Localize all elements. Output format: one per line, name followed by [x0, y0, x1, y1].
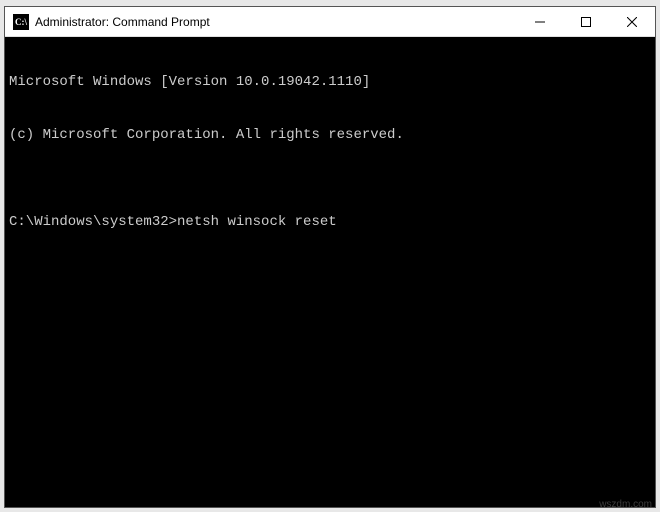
window-title: Administrator: Command Prompt [35, 15, 517, 29]
prompt-line: C:\Windows\system32>netsh winsock reset [9, 214, 651, 232]
close-button[interactable] [609, 7, 655, 36]
title-bar[interactable]: C:\ Administrator: Command Prompt [5, 7, 655, 37]
terminal-area[interactable]: Microsoft Windows [Version 10.0.19042.11… [5, 37, 655, 507]
command-input[interactable]: netsh winsock reset [177, 214, 337, 232]
copyright-line: (c) Microsoft Corporation. All rights re… [9, 127, 651, 145]
version-line: Microsoft Windows [Version 10.0.19042.11… [9, 74, 651, 92]
cmd-icon: C:\ [13, 14, 29, 30]
svg-text:C:\: C:\ [15, 17, 27, 27]
minimize-button[interactable] [517, 7, 563, 36]
command-prompt-window: C:\ Administrator: Command Prompt Micros… [4, 6, 656, 508]
maximize-button[interactable] [563, 7, 609, 36]
prompt-text: C:\Windows\system32> [9, 214, 177, 232]
window-controls [517, 7, 655, 36]
